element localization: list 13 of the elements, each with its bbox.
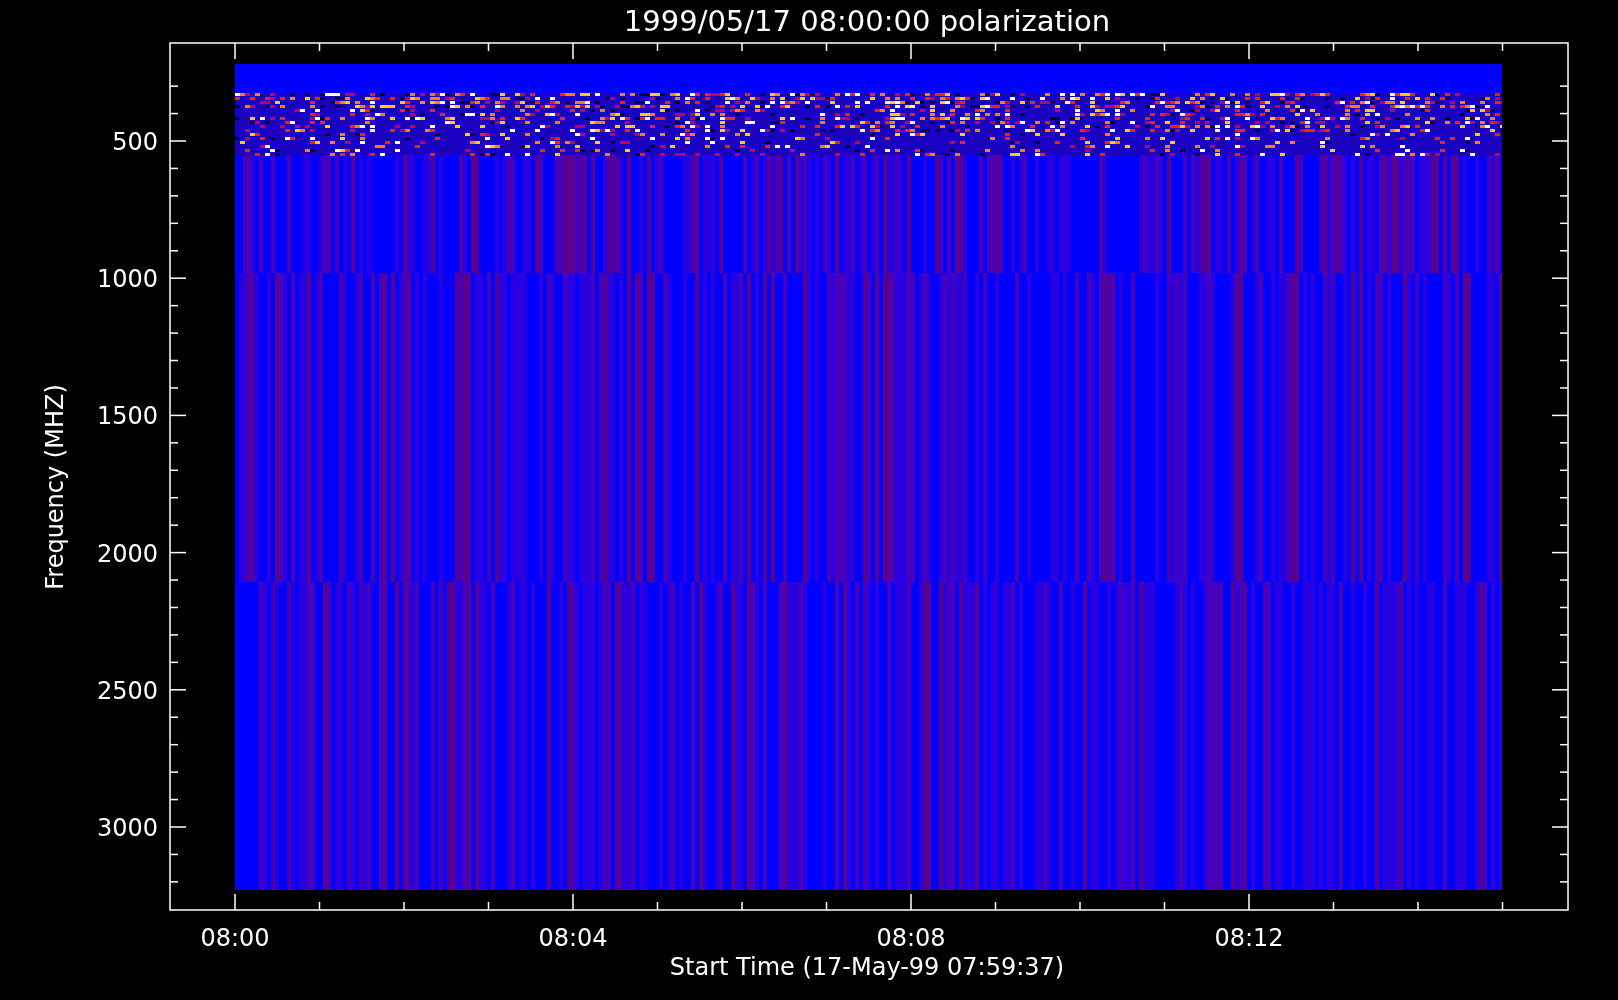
plot-title: 1999/05/17 08:00:00 polarization [623, 4, 1111, 38]
x-tick-label: 08:00 [200, 924, 270, 952]
y-axis-label: Frequency (MHZ) [41, 384, 69, 590]
y-tick-label: 500 [112, 128, 158, 156]
y-tick-label: 2000 [96, 539, 158, 568]
x-tick-label: 08:12 [1214, 924, 1284, 952]
y-tick-label: 2500 [96, 676, 158, 705]
y-tick-label: 1000 [96, 265, 158, 294]
y-tick-label: 3000 [96, 814, 158, 842]
x-axis-label: Start Time (17-May-99 07:59:37) [669, 953, 1065, 981]
x-tick-label: 08:08 [876, 924, 946, 952]
x-tick-label: 08:04 [538, 924, 608, 952]
y-tick-label: 1500 [96, 402, 158, 431]
